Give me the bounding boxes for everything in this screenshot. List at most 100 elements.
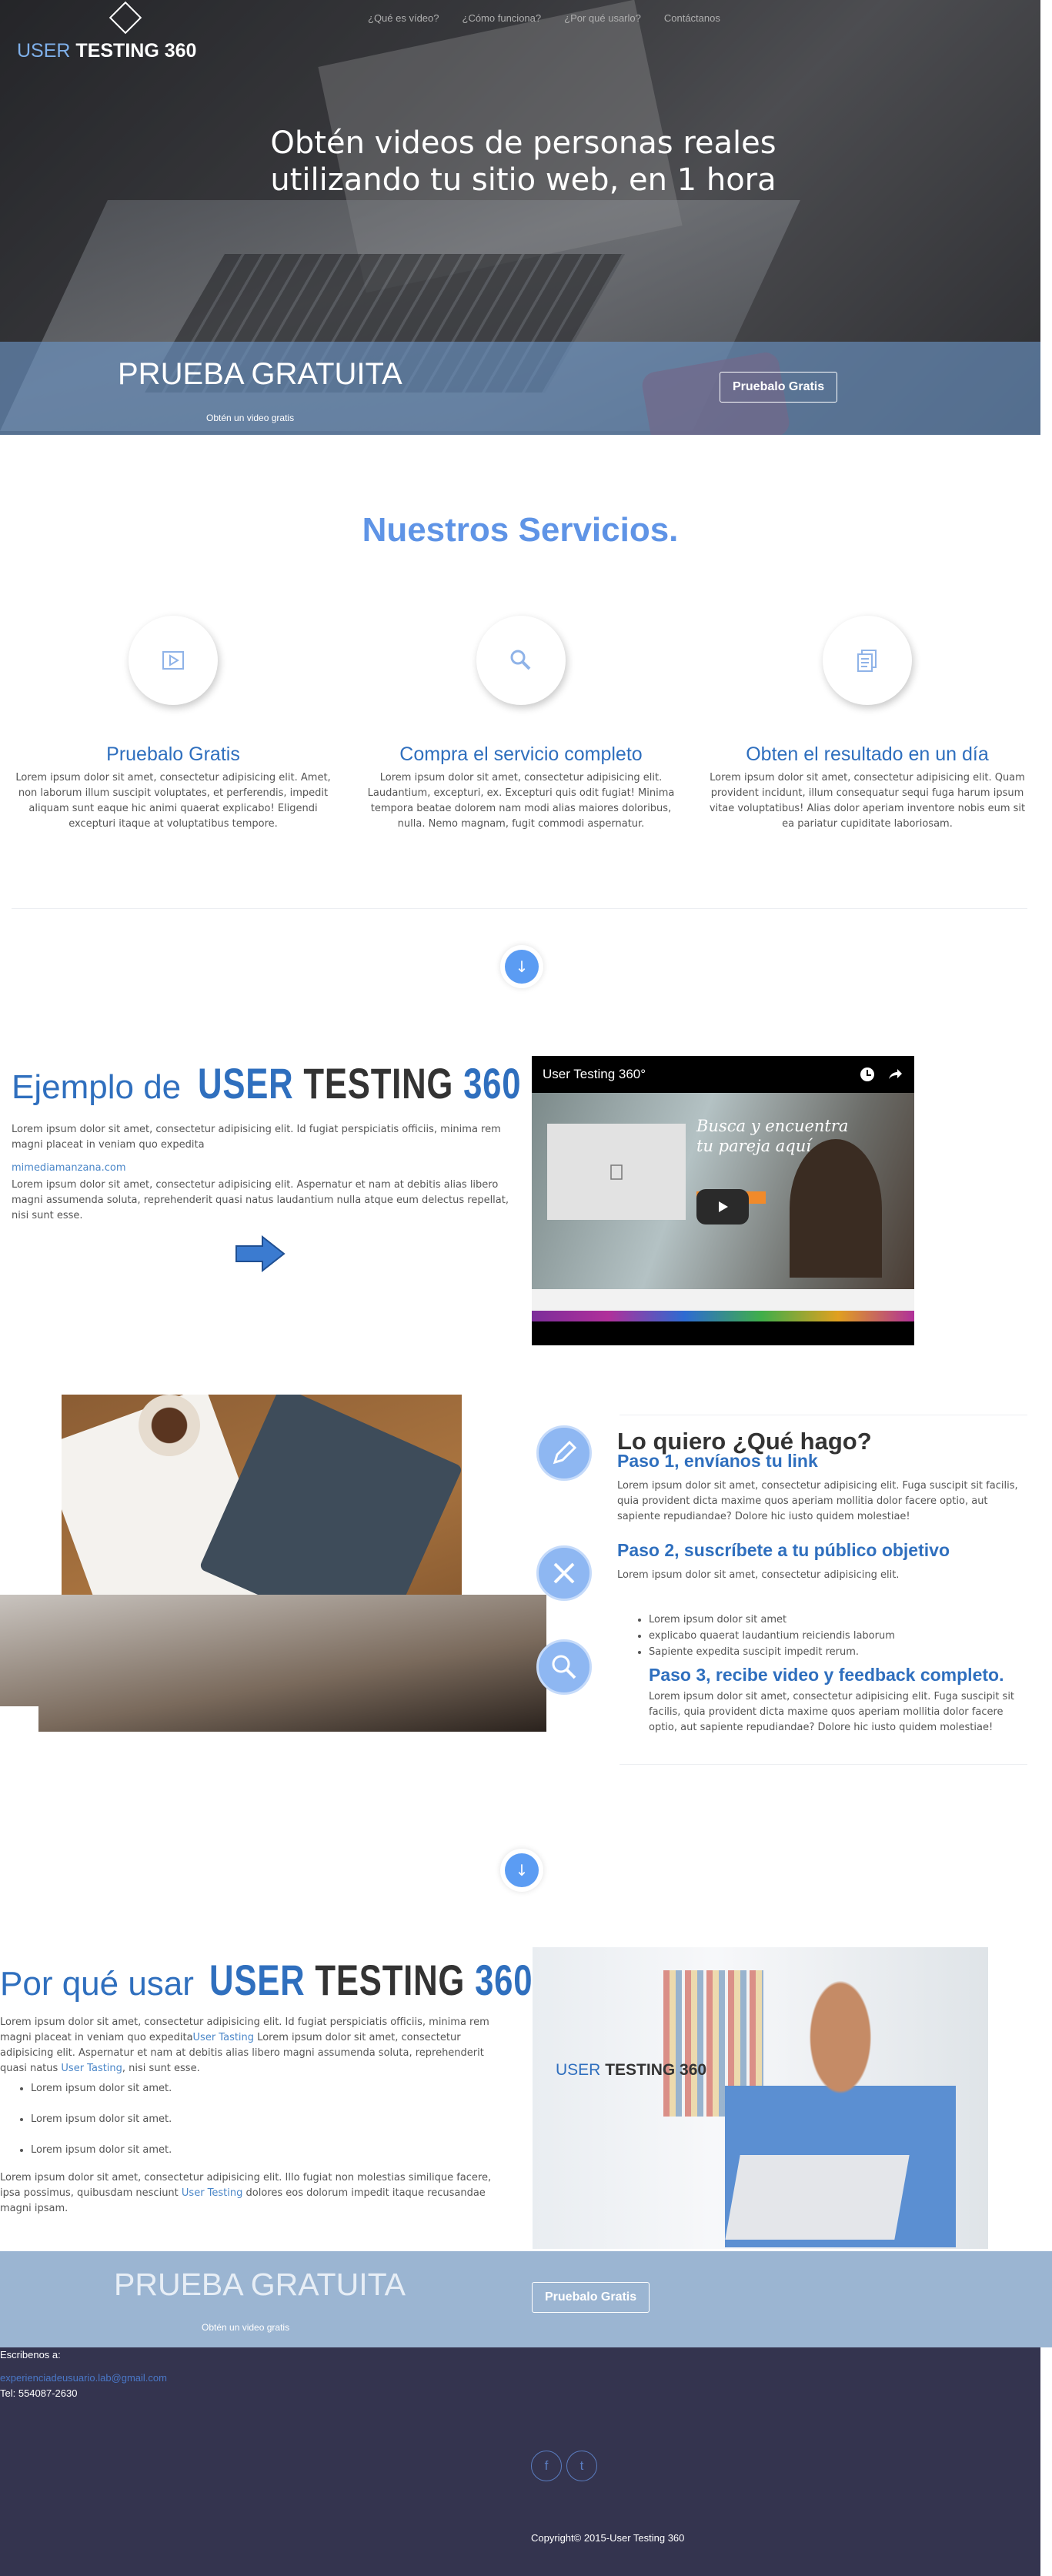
- why-image: USER TESTING 360: [533, 1947, 988, 2249]
- brand-wordmark: USER TESTING 360: [209, 1956, 533, 2004]
- step-1-text: Lorem ipsum dolor sit amet, consectetur …: [617, 1480, 1018, 1522]
- service-icon-circle[interactable]: [823, 616, 912, 705]
- cta-band-bottom: PRUEBA GRATUITA Obtén un video gratis Pr…: [0, 2251, 1052, 2347]
- section-divider: [12, 908, 1027, 909]
- site-logo[interactable]: USER TESTING 360: [17, 0, 202, 69]
- logo-diamond-icon: [109, 1, 142, 35]
- step-3-badge: [536, 1639, 592, 1695]
- user-tasting-link[interactable]: User Tasting: [193, 2032, 255, 2043]
- arrow-right-icon: [235, 1235, 286, 1272]
- service-card-full: Compra el servicio completo Lorem ipsum …: [356, 616, 686, 832]
- service-title: Pruebalo Gratis: [106, 743, 240, 765]
- step-1-title: Paso 1, envíanos tu link: [617, 1451, 818, 1471]
- service-text: Lorem ipsum dolor sit amet, consectetur …: [367, 772, 675, 830]
- play-button[interactable]: [696, 1189, 749, 1225]
- why-heading-prefix: Por qué usar: [0, 1965, 194, 2003]
- list-item: Lorem ipsum dolor sit amet.: [31, 2143, 172, 2173]
- clock-icon[interactable]: [859, 1066, 876, 1083]
- copyright: Copyright© 2015-User Testing 360: [531, 2532, 685, 2544]
- service-title: Obten el resultado en un día: [746, 743, 989, 765]
- nav-item-what[interactable]: ¿Qué es vídeo?: [368, 12, 439, 24]
- hero-cta-band: PRUEBA GRATUITA Obtén un video gratis Pr…: [0, 342, 1040, 435]
- list-item: Lorem ipsum dolor sit amet: [649, 1612, 895, 1628]
- example-link[interactable]: mimediamanzana.com: [12, 1162, 126, 1174]
- logo-text: USER TESTING 360: [17, 40, 197, 62]
- service-title: Compra el servicio completo: [399, 743, 643, 765]
- cta-title: PRUEBA GRATUITA: [114, 2267, 406, 2302]
- image-mask: [0, 1395, 62, 1595]
- facebook-icon[interactable]: f: [531, 2451, 562, 2481]
- coffee-cup-image: [139, 1395, 200, 1456]
- step-2-text: Lorem ipsum dolor sit amet, consectetur …: [617, 1569, 900, 1581]
- document-icon: [857, 650, 877, 672]
- contact-label: Escribenos a:: [0, 2349, 61, 2360]
- step-2-list: Lorem ipsum dolor sit amet explicabo qua…: [649, 1612, 895, 1660]
- list-item: Sapiente expedita suscipit impedit rerum…: [649, 1644, 895, 1660]
- video-thumbnail: Busca y encuentra tu pareja aquí: [532, 1093, 914, 1289]
- arrow-down-icon: ↓: [505, 950, 539, 984]
- list-item: Lorem ipsum dolor sit amet.: [31, 2081, 172, 2112]
- user-testing-link[interactable]: User Testing: [182, 2187, 242, 2199]
- twitter-icon[interactable]: t: [566, 2451, 597, 2481]
- step-2-title: Paso 2, suscríbete a tu público objetivo: [617, 1540, 950, 1560]
- video-icon: [162, 651, 184, 670]
- service-text: Lorem ipsum dolor sit amet, consectetur …: [15, 772, 331, 830]
- try-free-button[interactable]: Pruebalo Gratis: [532, 2282, 650, 2313]
- why-list: Lorem ipsum dolor sit amet. Lorem ipsum …: [31, 2081, 172, 2173]
- video-couple-image: [790, 1139, 882, 1278]
- service-card-free: Pruebalo Gratis Lorem ipsum dolor sit am…: [8, 616, 339, 832]
- step-1-badge: [536, 1425, 592, 1481]
- why-paragraph-2: Lorem ipsum dolor sit amet, consectetur …: [0, 2172, 492, 2214]
- magnifier-icon: [552, 1655, 576, 1679]
- step-3-text: Lorem ipsum dolor sit amet, consectetur …: [649, 1691, 1015, 1733]
- list-item: Lorem ipsum dolor sit amet.: [31, 2112, 172, 2143]
- hero-section: USER TESTING 360 ¿Qué es vídeo? ¿Cómo fu…: [0, 0, 1040, 435]
- laptop-image: [725, 2155, 910, 2240]
- service-icon-circle[interactable]: [476, 616, 566, 705]
- hero-headline-line1: Obtén videos de personas reales: [270, 125, 776, 161]
- hero-headline-line2: utilizando tu sitio web, en 1 hora: [270, 162, 776, 198]
- search-icon: [510, 650, 531, 670]
- example-heading: Ejemplo de USER TESTING 360: [12, 1058, 613, 1108]
- why-heading: Por qué usar USER TESTING 360: [0, 1955, 624, 2005]
- nav-item-why[interactable]: ¿Por qué usarlo?: [564, 12, 641, 24]
- service-text: Lorem ipsum dolor sit amet, consectetur …: [709, 772, 1026, 830]
- contact-phone: Tel: 554087-2630: [0, 2387, 78, 2399]
- example-paragraph-1: Lorem ipsum dolor sit amet, consectetur …: [12, 1124, 501, 1151]
- try-free-button[interactable]: Pruebalo Gratis: [720, 372, 838, 403]
- scroll-down-button[interactable]: ↓: [500, 1849, 543, 1892]
- why-paragraph-1: Lorem ipsum dolor sit amet, consectetur …: [0, 2016, 489, 2074]
- service-icon-circle[interactable]: [129, 616, 218, 705]
- nav-item-contact[interactable]: Contáctanos: [664, 12, 720, 24]
- video-title-bar: User Testing 360°: [532, 1056, 914, 1093]
- scroll-down-button[interactable]: ↓: [500, 945, 543, 988]
- cta-subtitle: Obtén un video gratis: [206, 413, 295, 423]
- image-mask: [0, 1706, 38, 1732]
- contact-email-link[interactable]: experienciadeusuario.lab@gmail.com: [0, 2372, 167, 2384]
- file-icon: [610, 1164, 623, 1180]
- video-embed[interactable]: User Testing 360° Busca y encuentra tu pa…: [532, 1056, 914, 1345]
- video-site-strip: [532, 1289, 914, 1311]
- nav-item-how[interactable]: ¿Cómo funciona?: [463, 12, 542, 24]
- share-icon[interactable]: [887, 1066, 903, 1083]
- hero-headline: Obtén videos de personas reales utilizan…: [231, 125, 816, 199]
- user-tasting-link[interactable]: User Tasting: [61, 2063, 122, 2074]
- section-divider: [620, 1764, 1027, 1765]
- step-2-badge: [536, 1545, 592, 1601]
- example-heading-prefix: Ejemplo de: [12, 1068, 182, 1106]
- social-links: f t: [531, 2451, 597, 2481]
- example-paragraph-2: Lorem ipsum dolor sit amet, consectetur …: [12, 1179, 509, 1221]
- brand-wordmark: USER TESTING 360: [198, 1059, 522, 1108]
- service-card-result: Obten el resultado en un día Lorem ipsum…: [702, 616, 1033, 832]
- play-icon: [719, 1201, 728, 1212]
- pencil-icon: [553, 1440, 577, 1465]
- image-logo: USER TESTING 360: [556, 2061, 707, 2079]
- video-title: User Testing 360°: [543, 1067, 646, 1081]
- cta-title: PRUEBA GRATUITA: [118, 357, 402, 391]
- tools-icon: [553, 1562, 575, 1584]
- footer: Escribenos a: experienciadeusuario.lab@g…: [0, 2347, 1040, 2576]
- cta-subtitle: Obtén un video gratis: [202, 2322, 290, 2333]
- how-it-works-image: [0, 1395, 546, 1732]
- video-taskbar: [532, 1311, 914, 1321]
- arrow-down-icon: ↓: [505, 1853, 539, 1887]
